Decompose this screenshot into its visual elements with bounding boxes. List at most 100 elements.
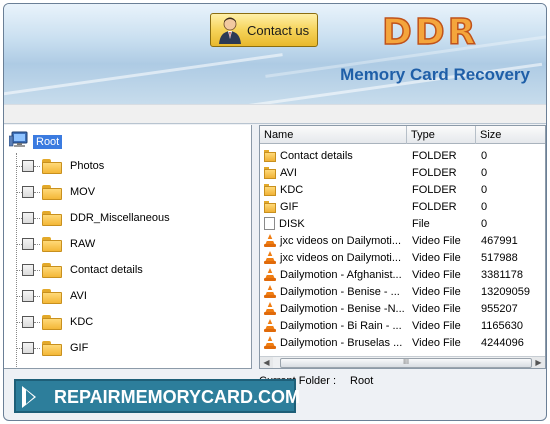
row-size: 13209059 xyxy=(481,285,530,298)
tree-checkbox[interactable] xyxy=(22,264,34,276)
row-type: FOLDER xyxy=(412,183,457,196)
toolbar-strip xyxy=(4,104,546,124)
folder-icon xyxy=(264,149,276,162)
table-row[interactable]: KDC FOLDER 0 xyxy=(260,181,545,198)
row-size: 1165630 xyxy=(481,319,524,332)
tree-item-photos[interactable]: Photos xyxy=(16,155,104,177)
table-row[interactable]: Dailymotion - Bruselas ... Video File 42… xyxy=(260,334,545,351)
scroll-left-icon[interactable]: ◀ xyxy=(260,357,273,368)
tree-item-ddr-miscellaneous[interactable]: DDR_Miscellaneous xyxy=(16,207,170,229)
row-name: Dailymotion - Afghanist... xyxy=(280,268,402,281)
table-row[interactable]: GIF FOLDER 0 xyxy=(260,198,545,215)
ddr-logo: DDR xyxy=(381,11,479,54)
column-header-size[interactable]: Size xyxy=(476,126,545,144)
vlc-icon xyxy=(264,319,276,332)
row-name: GIF xyxy=(280,200,299,213)
vlc-icon xyxy=(264,251,276,264)
table-row[interactable]: Dailymotion - Afghanist... Video File 33… xyxy=(260,266,545,283)
computer-icon xyxy=(8,131,29,152)
row-name: Dailymotion - Bi Rain - ... xyxy=(280,319,402,332)
tree-root-label: Root xyxy=(33,134,63,149)
tree-root[interactable]: Root xyxy=(8,131,63,152)
row-type: Video File xyxy=(412,336,461,349)
row-size: 0 xyxy=(481,183,488,196)
tree-item-raw[interactable]: RAW xyxy=(16,233,95,255)
horizontal-scrollbar[interactable]: ◀ III ▶ xyxy=(260,356,545,368)
header-banner: Contact us DDR Memory Card Recovery xyxy=(4,4,546,104)
row-type: Video File xyxy=(412,302,461,315)
tree-checkbox[interactable] xyxy=(22,160,34,172)
table-row[interactable]: DISK File 0 xyxy=(260,215,545,232)
row-size: 517988 xyxy=(481,251,518,264)
table-row[interactable]: jxc videos on Dailymoti... Video File 46… xyxy=(260,232,545,249)
tree-item-label: DDR_Miscellaneous xyxy=(70,212,170,224)
folder-icon xyxy=(264,166,276,179)
contact-us-button[interactable]: Contact us xyxy=(210,13,318,47)
tree-item-label: RAW xyxy=(70,238,96,250)
row-type: Video File xyxy=(412,319,461,332)
tree-item-kdc[interactable]: KDC xyxy=(16,311,93,333)
folder-icon xyxy=(42,210,62,226)
row-type: File xyxy=(412,217,430,230)
row-size: 0 xyxy=(481,149,488,162)
current-folder-value: Root xyxy=(350,375,374,387)
row-name: jxc videos on Dailymoti... xyxy=(280,234,402,247)
vlc-icon xyxy=(264,234,276,247)
row-name: AVI xyxy=(280,166,297,179)
table-row[interactable]: jxc videos on Dailymoti... Video File 51… xyxy=(260,249,545,266)
row-size: 467991 xyxy=(481,234,518,247)
tree-checkbox[interactable] xyxy=(22,238,34,250)
vlc-icon xyxy=(264,336,276,349)
tree-item-label: Contact details xyxy=(70,264,143,276)
row-name: DISK xyxy=(279,217,305,230)
table-row[interactable]: Dailymotion - Benise -N... Video File 95… xyxy=(260,300,545,317)
tree-item-mov[interactable]: MOV xyxy=(16,181,95,203)
app-window: Contact us DDR Memory Card Recovery Root xyxy=(3,3,547,421)
row-name: Contact details xyxy=(280,149,353,162)
row-name: Dailymotion - Benise - ... xyxy=(280,285,400,298)
column-header-name[interactable]: Name xyxy=(260,126,407,144)
tree-item-label: AVI xyxy=(70,290,87,302)
tree-item-label: GIF xyxy=(70,342,89,354)
vlc-icon xyxy=(264,268,276,281)
tree-checkbox[interactable] xyxy=(22,316,34,328)
folder-tree[interactable]: Root Photos MOV DDR_Miscellaneous RAW Co… xyxy=(4,125,252,369)
folder-icon xyxy=(264,183,276,196)
file-list[interactable]: Name Type Size Contact details FOLDER 0 … xyxy=(259,125,546,369)
folder-icon xyxy=(264,200,276,213)
vlc-icon xyxy=(264,302,276,315)
row-type: Video File xyxy=(412,285,461,298)
tree-checkbox[interactable] xyxy=(22,212,34,224)
row-type: FOLDER xyxy=(412,149,457,162)
scrollbar-thumb[interactable]: III xyxy=(280,358,532,368)
row-type: FOLDER xyxy=(412,166,457,179)
tree-item-contact-details[interactable]: Contact details xyxy=(16,259,143,281)
table-row[interactable]: Contact details FOLDER 0 xyxy=(260,147,545,164)
tree-item-gif[interactable]: GIF xyxy=(16,337,88,359)
row-name: jxc videos on Dailymoti... xyxy=(280,251,402,264)
column-header-type[interactable]: Type xyxy=(407,126,476,144)
row-type: Video File xyxy=(412,268,461,281)
table-row[interactable]: Dailymotion - Bi Rain - ... Video File 1… xyxy=(260,317,545,334)
tree-item-label: MOV xyxy=(70,186,96,198)
folder-icon xyxy=(42,236,62,252)
file-icon xyxy=(264,217,275,230)
tree-checkbox[interactable] xyxy=(22,186,34,198)
list-header: Name Type Size xyxy=(260,126,545,144)
tree-item-label: Photos xyxy=(70,160,105,172)
row-size: 0 xyxy=(481,217,488,230)
tree-checkbox[interactable] xyxy=(22,342,34,354)
row-name: Dailymotion - Bruselas ... xyxy=(280,336,403,349)
folder-icon xyxy=(42,314,62,330)
vlc-icon xyxy=(264,285,276,298)
scroll-right-icon[interactable]: ▶ xyxy=(532,357,545,368)
person-icon xyxy=(215,15,245,45)
product-title: Memory Card Recovery xyxy=(340,65,530,84)
tree-item-avi[interactable]: AVI xyxy=(16,285,87,307)
row-name: KDC xyxy=(280,183,304,196)
table-row[interactable]: Dailymotion - Benise - ... Video File 13… xyxy=(260,283,545,300)
folder-icon xyxy=(42,288,62,304)
tree-checkbox[interactable] xyxy=(22,290,34,302)
table-row[interactable]: AVI FOLDER 0 xyxy=(260,164,545,181)
row-type: Video File xyxy=(412,251,461,264)
